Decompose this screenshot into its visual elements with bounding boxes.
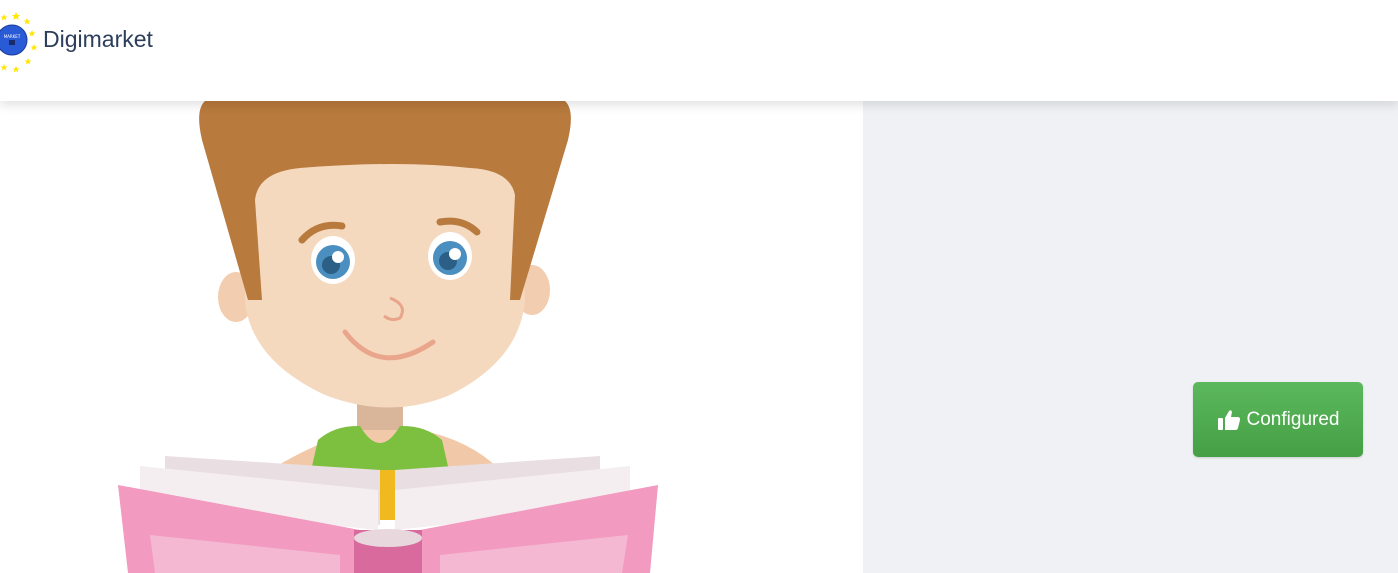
boy-reading-book-illustration [118, 101, 658, 573]
thumbs-up-icon [1217, 409, 1241, 431]
top-header: MARKET Digimarket [0, 0, 1398, 101]
configured-button-label: Configured [1246, 408, 1340, 430]
content-panel [863, 101, 1398, 573]
brand-title[interactable]: Digimarket [43, 26, 153, 53]
eu-stars-logo-icon[interactable]: MARKET [0, 4, 40, 76]
configured-button[interactable]: Configured [1193, 382, 1363, 457]
svg-text:MARKET: MARKET [4, 34, 21, 39]
illustration-panel [0, 101, 863, 573]
app-page: MARKET Digimarket Configured [0, 0, 1398, 573]
